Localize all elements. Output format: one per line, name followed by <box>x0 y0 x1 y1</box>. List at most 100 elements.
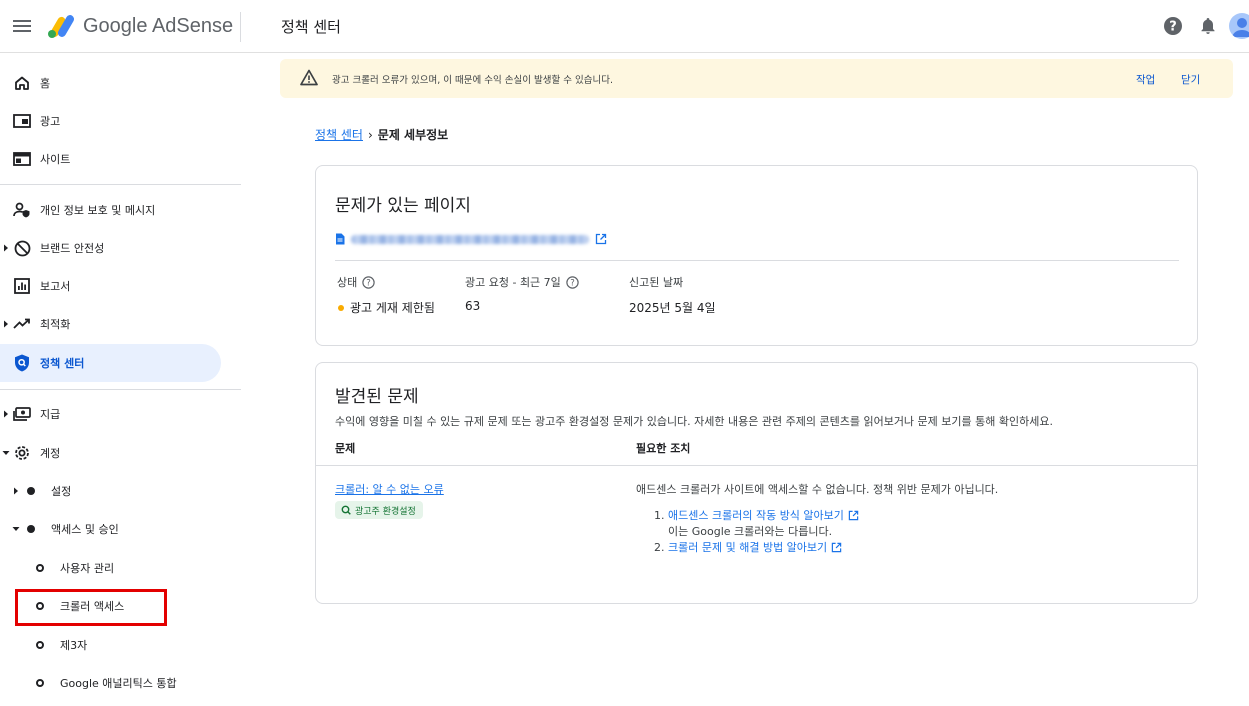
learn-crawler-how-it-works-link[interactable]: 애드센스 크롤러의 작동 방식 알아보기 <box>668 507 844 523</box>
adsense-logo-icon[interactable] <box>47 14 75 38</box>
sidebar-item-sites[interactable]: 사이트 <box>0 140 221 178</box>
sidebar-item-third-parties[interactable]: 제3자 <box>0 626 221 664</box>
sidebar-item-label: 사이트 <box>40 153 71 166</box>
breadcrumb: 정책 센터 › 문제 세부정보 <box>315 126 448 143</box>
help-outline-icon[interactable]: ? <box>362 275 375 289</box>
status-value: 광고 게재 제한됨 <box>338 299 435 316</box>
sidebar-item-optimization[interactable]: 최적화 <box>0 305 221 343</box>
hamburger-menu-icon[interactable] <box>12 17 32 35</box>
sidebar-item-label: 제3자 <box>60 639 88 652</box>
learn-crawler-fixes-link[interactable]: 크롤러 문제 및 해결 방법 알아보기 <box>668 539 827 555</box>
svg-text:?: ? <box>1169 20 1177 35</box>
open-in-new-icon[interactable] <box>831 542 842 553</box>
help-icon[interactable]: ? <box>1163 16 1183 36</box>
sidebar-divider <box>0 184 241 185</box>
reported-date-value: 2025년 5월 4일 <box>629 301 716 315</box>
column-header-issue: 문제 <box>335 442 356 455</box>
sites-icon <box>12 149 32 169</box>
sidebar-item-access-approval[interactable]: 액세스 및 승인 <box>0 510 221 548</box>
sidebar-item-payments[interactable]: 지급 <box>0 395 221 433</box>
sidebar-item-home[interactable]: 홈 <box>0 64 221 102</box>
svg-text:?: ? <box>570 278 575 288</box>
open-in-new-icon[interactable] <box>848 510 859 521</box>
sidebar-item-label: 사용자 관리 <box>60 562 115 575</box>
status-label: 상태 ? <box>337 274 375 290</box>
sidebar-item-account[interactable]: 계정 <box>0 434 221 472</box>
sidebar-item-analytics-integration[interactable]: Google 애널리틱스 통합 <box>0 664 221 702</box>
ad-requests-label: 광고 요청 - 최근 7일 ? <box>465 274 579 290</box>
sidebar-item-label: 크롤러 액세스 <box>60 600 125 613</box>
home-icon <box>12 73 32 93</box>
banner-action-button[interactable]: 작업 <box>1136 72 1155 87</box>
column-header-action: 필요한 조치 <box>636 442 691 455</box>
privacy-icon <box>12 200 32 220</box>
payments-icon <box>12 404 32 424</box>
issue-link[interactable]: 크롤러: 알 수 없는 오류 <box>335 481 444 497</box>
reports-icon <box>12 276 32 296</box>
notifications-bell-icon[interactable] <box>1198 16 1218 36</box>
breadcrumb-separator-icon: › <box>367 127 373 142</box>
banner-dismiss-button[interactable]: 닫기 <box>1181 72 1200 87</box>
sidebar-item-label: 개인 정보 보호 및 메시지 <box>40 204 156 217</box>
issues-description: 수익에 영향을 미칠 수 있는 규제 문제 또는 광고주 환경설정 문제가 있습… <box>335 415 1053 428</box>
crawler-warning-banner: 광고 크롤러 오류가 있으며, 이 때문에 수익 손실이 발생할 수 있습니다.… <box>280 59 1233 98</box>
table-header-divider <box>316 465 1197 466</box>
card-title: 문제가 있는 페이지 <box>335 196 471 216</box>
avatar-person-icon <box>1232 18 1249 37</box>
sidebar-divider <box>0 389 241 390</box>
sidebar-nav: 홈 광고 사이트 개인 정보 보호 및 메시지 브랜드 안전성 보고서 최적화 … <box>0 53 241 706</box>
sidebar-item-brand-safety[interactable]: 브랜드 안전성 <box>0 229 221 267</box>
sidebar-item-label: 지급 <box>40 408 61 421</box>
document-icon <box>336 233 345 245</box>
sidebar-item-settings[interactable]: 설정 <box>0 472 221 510</box>
brand-name[interactable]: Google AdSense <box>83 15 233 38</box>
bullet-dot-icon <box>27 525 35 533</box>
sidebar-item-label: 최적화 <box>40 318 71 331</box>
expand-arrow-icon[interactable] <box>2 320 10 328</box>
page-title: 정책 센터 <box>281 18 341 36</box>
sidebar-item-label: 계정 <box>40 447 61 460</box>
expand-arrow-icon[interactable] <box>12 487 20 495</box>
open-in-new-icon[interactable] <box>595 233 607 245</box>
collapse-arrow-icon[interactable] <box>2 449 10 457</box>
warning-icon <box>300 69 318 86</box>
status-value-text: 광고 게재 제한됨 <box>350 301 435 315</box>
breadcrumb-policy-center-link[interactable]: 정책 센터 <box>315 126 363 143</box>
sidebar-item-label: 광고 <box>40 115 61 128</box>
expand-arrow-icon[interactable] <box>2 244 10 252</box>
sidebar-item-privacy-messaging[interactable]: 개인 정보 보호 및 메시지 <box>0 191 221 229</box>
refresh-search-icon <box>341 505 351 515</box>
status-label-text: 상태 <box>337 276 358 289</box>
sidebar-item-label: 설정 <box>51 485 72 498</box>
step-number: 1. <box>654 508 665 522</box>
ad-requests-value: 63 <box>465 299 481 313</box>
action-step: 2. 크롤러 문제 및 해결 방법 알아보기 <box>654 539 859 555</box>
bullet-ring-icon <box>36 564 44 572</box>
issues-found-card: 발견된 문제 수익에 영향을 미칠 수 있는 규제 문제 또는 광고주 환경설정… <box>315 362 1198 604</box>
action-steps-list: 1. 애드센스 크롤러의 작동 방식 알아보기 이는 Google 크롤러와는 … <box>654 507 859 555</box>
ad-requests-label-text: 광고 요청 - 최근 7일 <box>465 276 561 289</box>
card-divider <box>335 260 1179 261</box>
trending-icon <box>12 314 32 334</box>
problem-page-card: 문제가 있는 페이지 상태 ? 광고 요청 - 최근 7일 ? 신고된 날짜 광… <box>315 165 1198 346</box>
top-app-bar: Google AdSense 정책 센터 ? <box>0 0 1249 53</box>
bullet-ring-icon <box>36 602 44 610</box>
card-title: 발견된 문제 <box>335 387 419 407</box>
sidebar-item-crawler-access[interactable]: 크롤러 액세스 <box>0 587 221 625</box>
sidebar-item-ads[interactable]: 광고 <box>0 102 221 140</box>
ads-icon <box>12 111 32 131</box>
account-avatar[interactable] <box>1229 13 1249 39</box>
sidebar-item-label: 정책 센터 <box>40 357 85 370</box>
sidebar-item-label: Google 애널리틱스 통합 <box>60 677 177 690</box>
sidebar-item-reports[interactable]: 보고서 <box>0 267 221 305</box>
help-outline-icon[interactable]: ? <box>566 275 579 289</box>
policy-shield-icon <box>12 353 32 373</box>
collapse-arrow-icon[interactable] <box>12 525 20 533</box>
banner-message: 광고 크롤러 오류가 있으며, 이 때문에 수익 손실이 발생할 수 있습니다. <box>332 75 613 86</box>
sidebar-item-user-management[interactable]: 사용자 관리 <box>0 549 221 587</box>
expand-arrow-icon[interactable] <box>2 410 10 418</box>
page-url-link-redacted[interactable] <box>351 234 589 244</box>
sidebar-item-label: 보고서 <box>40 280 71 293</box>
sidebar-item-policy-center[interactable]: 정책 센터 <box>0 344 221 382</box>
block-icon <box>12 238 32 258</box>
